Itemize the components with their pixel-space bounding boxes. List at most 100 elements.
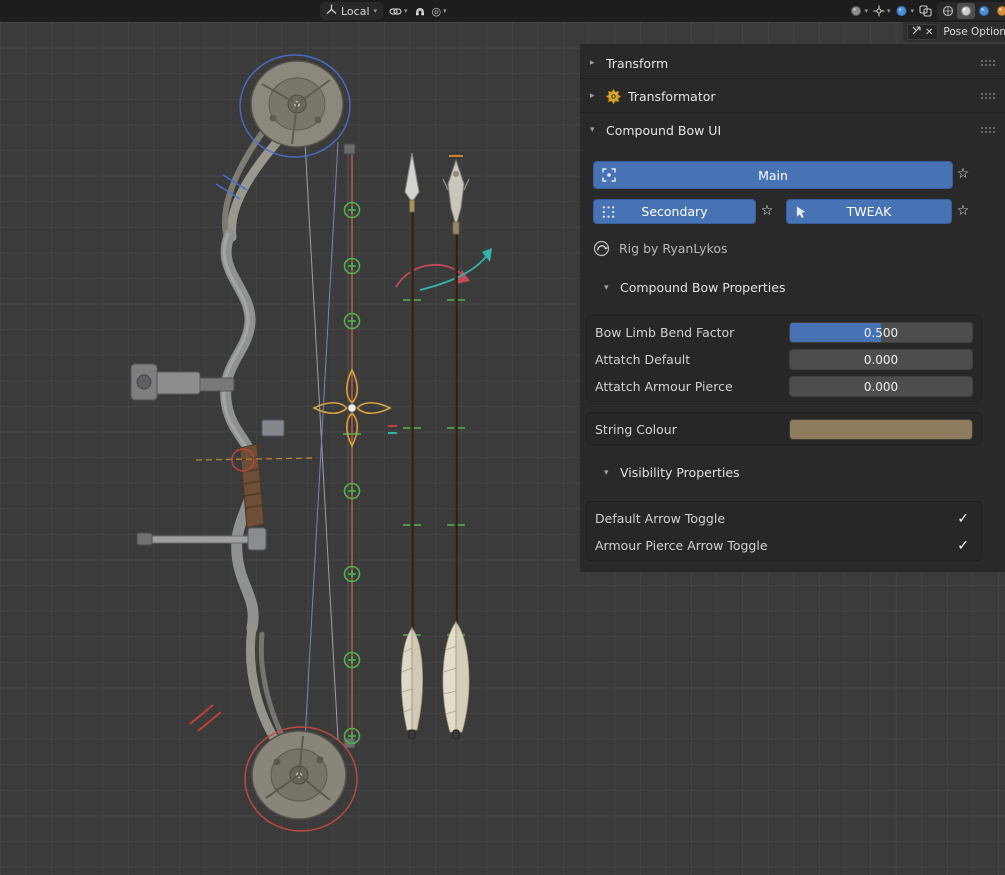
bow-limb-bend-slider[interactable]: 0.500 [789, 322, 973, 343]
toggle-row: Default Arrow Toggle ✓ [587, 505, 981, 532]
close-icon[interactable]: ✕ [925, 27, 933, 38]
pose-options-pill[interactable]: ✕ [907, 24, 938, 40]
rig-credit-row: Rig by RyanLykos [593, 240, 728, 257]
magnet-icon [414, 2, 426, 21]
panel-header-transformator[interactable]: ▸ Transformator [590, 85, 997, 107]
panel-grip-handle[interactable] [981, 92, 997, 100]
snap-target-dropdown[interactable]: ▾ [389, 2, 408, 21]
tweak-cursor-icon [795, 205, 808, 218]
subpanel-title: Visibility Properties [620, 465, 740, 480]
slider-label: Attatch Default [595, 352, 690, 367]
bow-bottom-cam[interactable] [245, 727, 357, 831]
slider-row: Bow Limb Bend Factor 0.500 [587, 319, 981, 346]
rig-credit-label: Rig by RyanLykos [619, 241, 728, 256]
star-icon[interactable]: ☆ [756, 200, 778, 222]
proportional-editing-icon: ◎ [432, 5, 442, 18]
panel-grip-handle[interactable] [981, 59, 997, 67]
slider-label: Attatch Armour Pierce [595, 379, 733, 394]
visibility-box: Default Arrow Toggle ✓ Armour Pierce Arr… [586, 501, 982, 561]
string-colour-box: String Colour [586, 412, 982, 445]
rig-gizmo-center[interactable] [348, 404, 356, 412]
chevron-down-icon: ▾ [443, 7, 447, 15]
default-arrow[interactable] [401, 153, 422, 739]
chevron-right-icon: ▸ [590, 58, 599, 68]
string-colour-label: String Colour [595, 422, 677, 437]
subpanel-header-bow-properties[interactable]: ▾ Compound Bow Properties [604, 280, 785, 295]
chevron-down-icon: ▾ [864, 7, 868, 15]
dotted-square-icon [602, 205, 615, 218]
toggle-label: Default Arrow Toggle [595, 511, 725, 526]
armour-pierce-arrow[interactable] [443, 160, 469, 739]
panel-label: Compound Bow UI [606, 123, 721, 138]
chevron-down-icon: ▾ [887, 7, 891, 15]
slider-label: Bow Limb Bend Factor [595, 325, 734, 340]
string-colour-row: String Colour [587, 416, 981, 443]
star-icon[interactable]: ☆ [952, 163, 974, 185]
transform-orientation-dropdown[interactable]: Local ▾ [320, 2, 383, 20]
object-visibility-dropdown[interactable]: ▾ [850, 2, 868, 21]
rig-icon [593, 240, 610, 257]
shading-solid-button[interactable] [957, 3, 975, 19]
slider-row: Attatch Default 0.000 [587, 346, 981, 373]
panel-label: Transform [606, 56, 668, 71]
transformator-gear-icon [606, 89, 621, 104]
chevron-down-icon: ▾ [604, 468, 613, 478]
panel-grip-handle[interactable] [981, 126, 997, 134]
subpanel-title: Compound Bow Properties [620, 280, 785, 295]
slider-value: 0.000 [864, 353, 898, 367]
shading-material-button[interactable] [975, 3, 993, 19]
shading-wireframe-button[interactable] [939, 3, 957, 19]
gizmo-icon [873, 2, 885, 21]
panel-header-compound-bow-ui[interactable]: ▾ Compound Bow UI [590, 119, 997, 141]
chevron-down-icon: ▾ [604, 283, 613, 293]
main-layer-button[interactable]: Main [593, 161, 953, 189]
gizmos-dropdown[interactable]: ▾ [873, 2, 891, 21]
tweak-layer-button[interactable]: TWEAK [786, 199, 952, 224]
shading-mode-group [937, 2, 1005, 20]
subpanel-header-visibility[interactable]: ▾ Visibility Properties [604, 465, 740, 480]
selection-set-icon [602, 168, 616, 182]
attatch-armour-pierce-slider[interactable]: 0.000 [789, 376, 973, 397]
chevron-down-icon: ▾ [404, 7, 408, 15]
overlays-icon [895, 2, 908, 21]
secondary-layer-button[interactable]: Secondary [593, 199, 756, 224]
slider-value: 0.000 [864, 380, 898, 394]
slider-row: Attatch Armour Pierce 0.000 [587, 373, 981, 400]
armour-pierce-arrow-toggle-checkbox[interactable]: ✓ [957, 538, 973, 554]
chevron-right-icon: ▸ [590, 91, 599, 101]
toggle-label: Armour Pierce Arrow Toggle [595, 538, 768, 553]
toggle-row: Armour Pierce Arrow Toggle ✓ [587, 532, 981, 559]
star-icon[interactable]: ☆ [952, 200, 974, 222]
chevron-down-icon: ▾ [590, 125, 599, 135]
divider [580, 78, 1005, 79]
xray-toggle[interactable] [919, 2, 932, 21]
transform-orientation-icon [326, 4, 337, 18]
snap-target-icon [389, 2, 402, 21]
string-colour-swatch[interactable] [789, 419, 973, 440]
bow-body[interactable] [131, 122, 295, 758]
attatch-default-slider[interactable]: 0.000 [789, 349, 973, 370]
proportional-editing-dropdown[interactable]: ◎ ▾ [432, 5, 447, 18]
panel-header-transform[interactable]: ▸ Transform [590, 52, 997, 74]
default-arrow-toggle-checkbox[interactable]: ✓ [957, 511, 973, 527]
xray-icon [919, 2, 932, 21]
pose-options-bar: ✕ Pose Options [903, 22, 1005, 42]
chevron-down-icon: ▾ [374, 7, 378, 15]
divider [580, 112, 1005, 113]
sidebar-panel: ▸ Transform ▸ Transformator ▾ Compound B… [580, 44, 1005, 572]
pose-options-label[interactable]: Pose Options [943, 26, 1005, 38]
shading-rendered-button[interactable] [993, 3, 1005, 19]
snap-magnet-toggle[interactable] [414, 2, 426, 21]
pose-options-icon [912, 26, 921, 38]
bow-strings [305, 142, 355, 748]
main-button-label: Main [758, 168, 788, 183]
visibility-sphere-icon [850, 2, 862, 21]
viewport-header: Local ▾ ▾ ◎ ▾ [0, 0, 1005, 22]
panel-label: Transformator [628, 89, 716, 104]
bow-properties-box: Bow Limb Bend Factor 0.500 Attatch Defau… [586, 315, 982, 402]
bow-top-cam[interactable] [240, 55, 350, 157]
transform-orientation-label: Local [341, 5, 370, 18]
tweak-button-label: TWEAK [847, 204, 892, 219]
overlays-dropdown[interactable]: ▾ [895, 2, 914, 21]
secondary-button-label: Secondary [641, 204, 707, 219]
